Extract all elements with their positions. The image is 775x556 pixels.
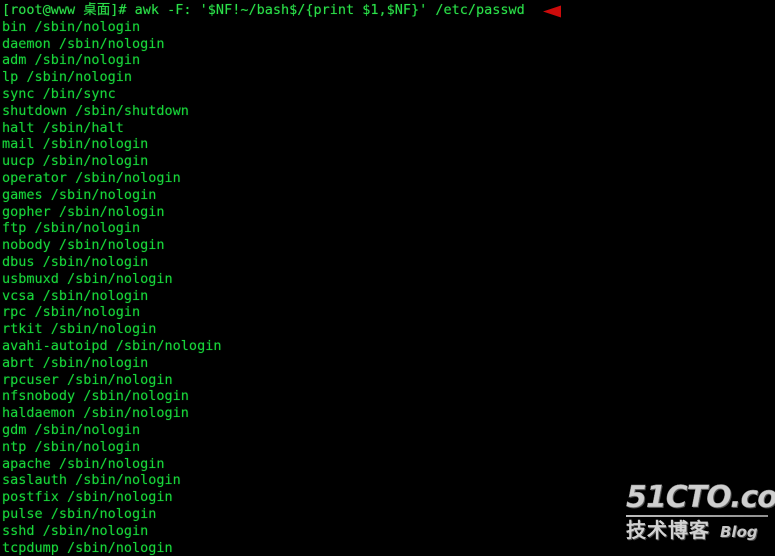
output-line: postfix /sbin/nologin <box>2 489 173 506</box>
output-line: lp /sbin/nologin <box>2 69 133 86</box>
output-line: nfsnobody /sbin/nologin <box>2 388 189 405</box>
terminal-window[interactable]: [root@www 桌面]# awk -F: '$NF!~/bash$/{pri… <box>0 0 775 556</box>
output-line: operator /sbin/nologin <box>2 169 181 186</box>
output-line: haldaemon /sbin/nologin <box>2 405 189 422</box>
output-line: saslauth /sbin/nologin <box>2 472 181 489</box>
terminal-screenshot: [root@www 桌面]# awk -F: '$NF!~/bash$/{pri… <box>0 0 775 556</box>
output-line: uucp /sbin/nologin <box>2 153 149 170</box>
output-line: abrt /sbin/nologin <box>2 354 149 371</box>
output-line: mail /sbin/nologin <box>2 136 149 153</box>
output-line: sshd /sbin/nologin <box>2 522 149 539</box>
output-line: rtkit /sbin/nologin <box>2 321 157 338</box>
output-line: ntp /sbin/nologin <box>2 438 141 455</box>
output-line: shutdown /sbin/shutdown <box>2 102 189 119</box>
output-line: vcsa /sbin/nologin <box>2 287 149 304</box>
output-line: tcpdump /sbin/nologin <box>2 539 173 556</box>
output-line: rpcuser /sbin/nologin <box>2 371 173 388</box>
output-line: adm /sbin/nologin <box>2 52 141 69</box>
output-line: daemon /sbin/nologin <box>2 35 165 52</box>
output-line: usbmuxd /sbin/nologin <box>2 270 173 287</box>
output-line: halt /sbin/halt <box>2 119 124 136</box>
output-line: dbus /sbin/nologin <box>2 253 149 270</box>
command-output: bin /sbin/nologin daemon /sbin/nologin adm… <box>2 19 775 556</box>
output-line: pulse /sbin/nologin <box>2 505 157 522</box>
output-line: sync /bin/sync <box>2 85 116 102</box>
output-line: rpc /sbin/nologin <box>2 304 141 321</box>
output-line: games /sbin/nologin <box>2 186 157 203</box>
output-line: gdm /sbin/nologin <box>2 421 141 438</box>
output-line: avahi-autoipd /sbin/nologin <box>2 337 222 354</box>
output-line: apache /sbin/nologin <box>2 455 165 472</box>
output-line: bin /sbin/nologin <box>2 18 141 35</box>
output-line: nobody /sbin/nologin <box>2 237 165 254</box>
command-line[interactable]: [root@www 桌面]# awk -F: '$NF!~/bash$/{pri… <box>2 2 775 19</box>
output-line: gopher /sbin/nologin <box>2 203 165 220</box>
output-line: ftp /sbin/nologin <box>2 220 141 237</box>
